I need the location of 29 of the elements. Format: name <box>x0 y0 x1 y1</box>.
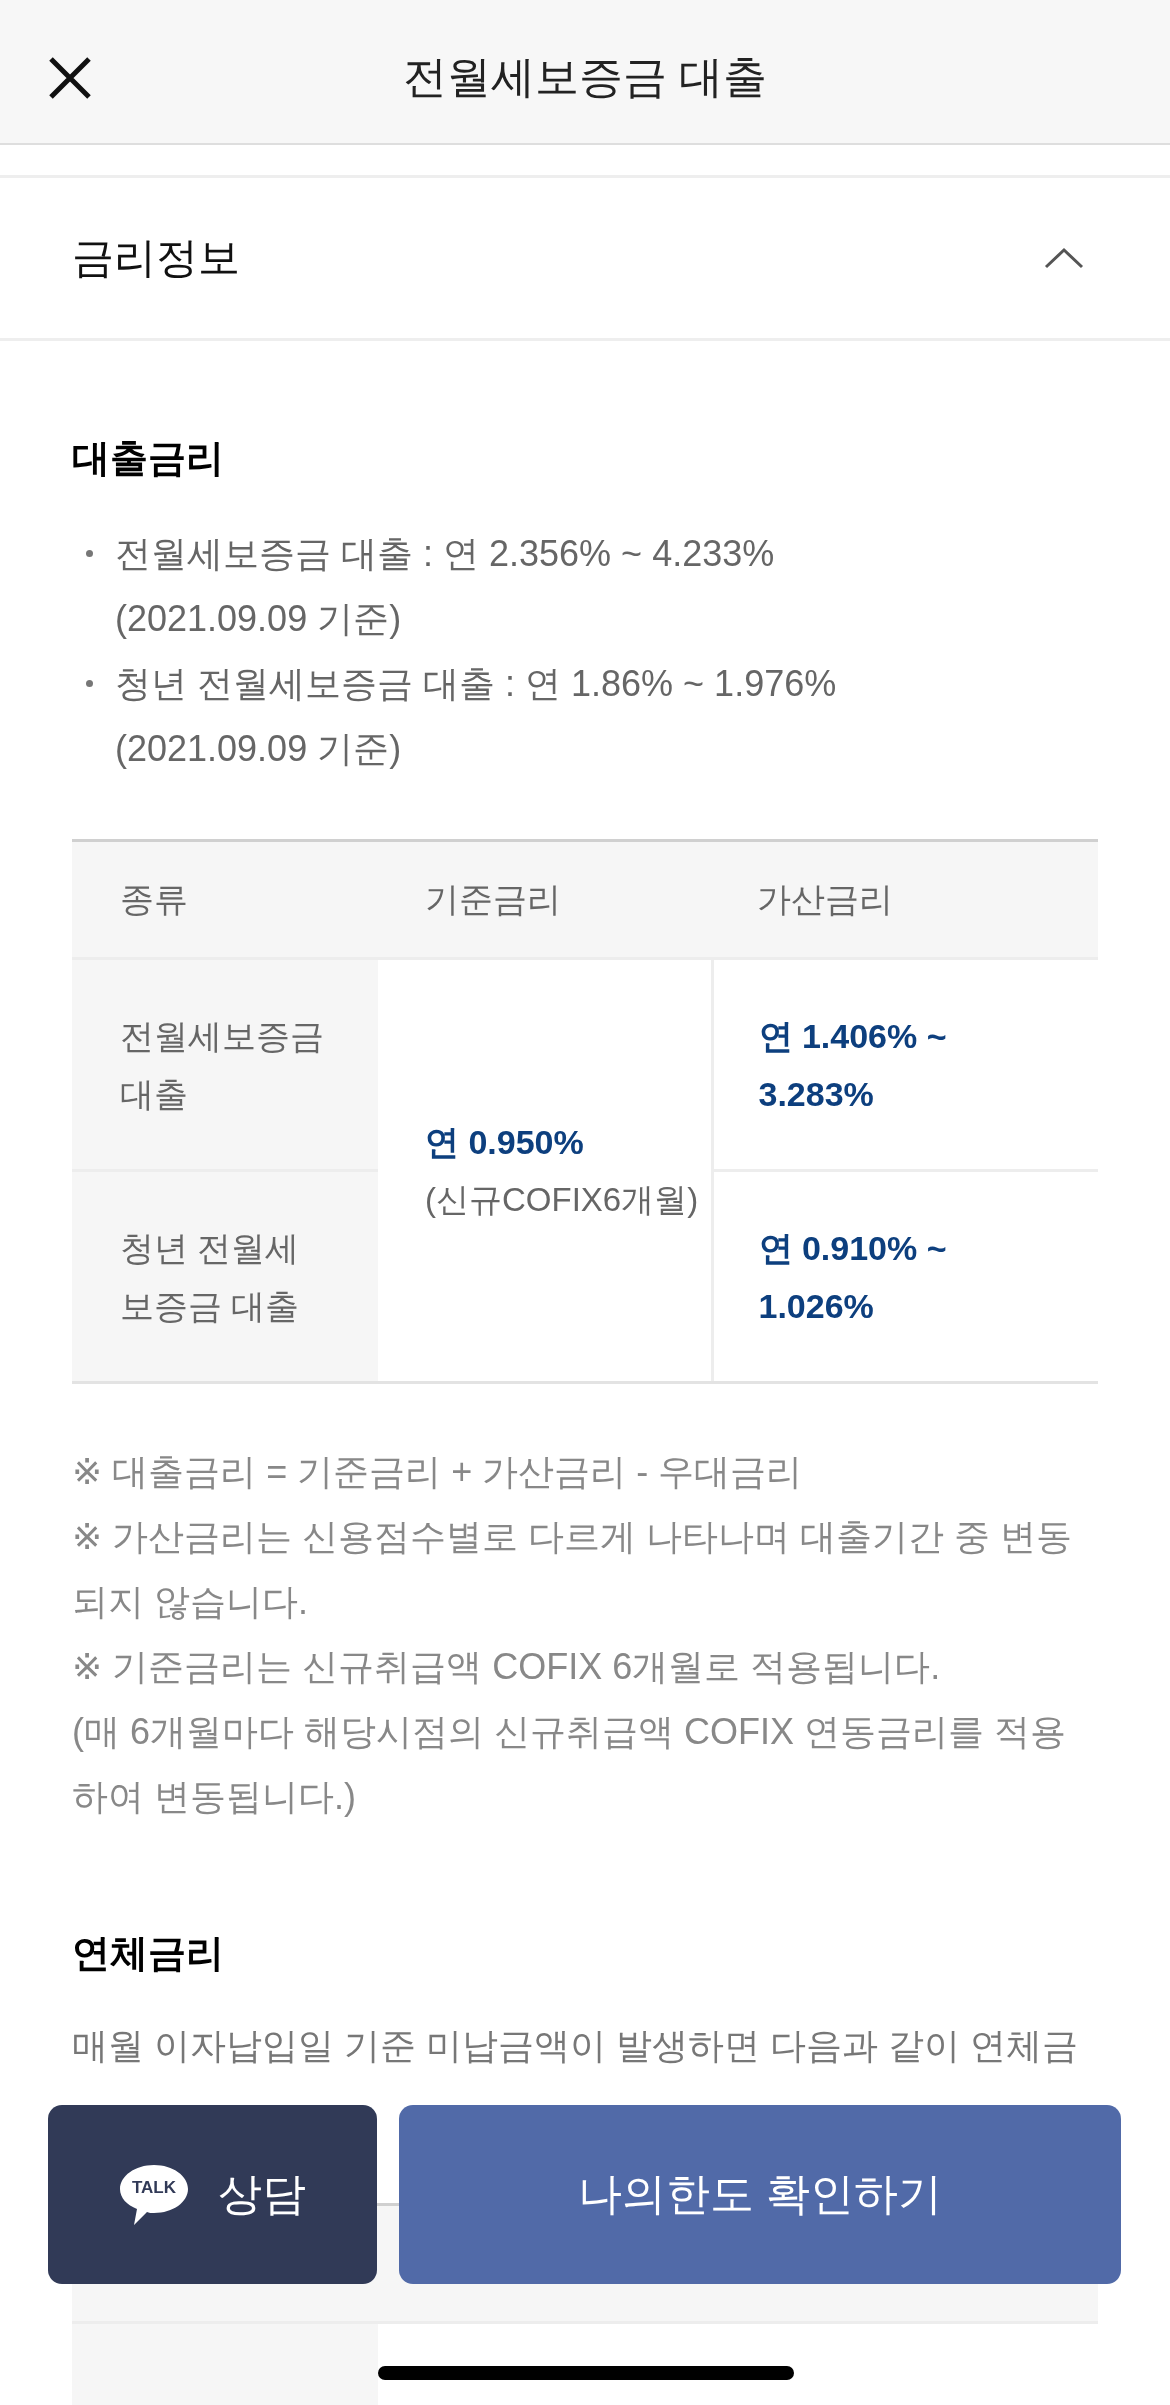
bullet-icon <box>86 550 93 557</box>
basis-date-text: (2021.09.09 기준) <box>115 597 403 641</box>
close-icon <box>48 56 92 99</box>
row-header-cell: 청년 전월세보증금 대출 <box>72 1170 378 1383</box>
basis-date-text: (2021.09.09 기준) <box>115 727 403 771</box>
base-rate-note: (신규COFIX6개월) <box>425 1179 700 1220</box>
talk-label: TALK <box>130 2176 178 2199</box>
table-cell: 연 1.406% ~ 3.283% <box>712 958 1098 1171</box>
rate-text: 전월세보증금 대출 : 연 2.356% ~ 4.233% <box>115 532 775 576</box>
base-rate-value: 연 0.950% <box>425 1121 585 1163</box>
note-text: ※ 가산금리는 신용점수별로 다르게 나타나며 대출기간 중 변동되지 않습니다. <box>72 1515 1074 1624</box>
section-heading: 연체금리 <box>72 1931 225 1976</box>
column-header: 가산금리 <box>712 840 1098 959</box>
rate-text: 청년 전월세보증금 대출 : 연 1.86% ~ 1.976% <box>115 662 837 706</box>
chat-bubble-icon <box>119 2163 189 2226</box>
column-header: 종류 <box>72 840 378 959</box>
check-limit-button[interactable]: 나의한도 확인하기 <box>399 2105 1121 2284</box>
table-cell: 연 0.910% ~ 1.026% <box>712 1170 1098 1383</box>
note-text: (매 6개월마다 해당시점의 신규취급액 COFIX 연동금리를 적용하여 변동됩니다.) <box>72 1710 1068 1819</box>
consult-button[interactable]: TALK 상담 <box>48 2105 377 2284</box>
bullet-icon <box>86 680 93 687</box>
column-header: 기준금리 <box>378 840 712 959</box>
accordion-header[interactable]: 금리정보 <box>0 175 1170 341</box>
page-title: 전월세보증금 대출 <box>401 51 769 103</box>
row-header-cell: 전월세보증금 대출 <box>72 958 378 1171</box>
section-heading: 대출금리 <box>72 436 225 481</box>
note-text: ※ 대출금리 = 기준금리 + 가산금리 - 우대금리 <box>72 1450 804 1494</box>
note-text: ※ 기준금리는 신규취급액 COFIX 6개월로 적용됩니다. <box>72 1645 942 1689</box>
description-text: 매월 이자납입일 기준 미납금액이 발생하면 다음과 같이 연체금 <box>72 2024 1079 2068</box>
